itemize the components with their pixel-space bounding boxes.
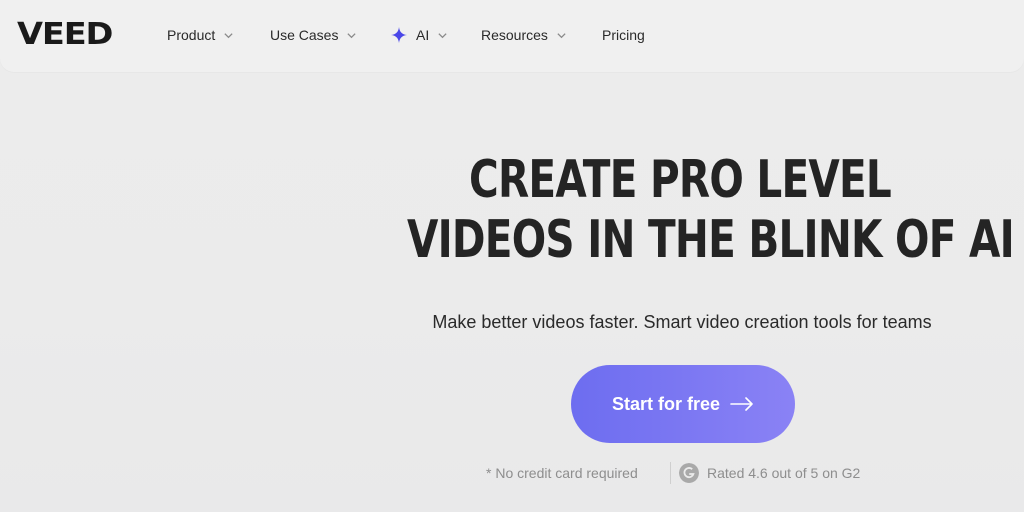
- arrow-right-icon: [730, 397, 753, 411]
- chevron-down-icon: [224, 32, 233, 38]
- nav-item-ai[interactable]: AI: [391, 24, 448, 46]
- nav-item-label: AI: [416, 27, 430, 43]
- chevron-down-icon: [557, 32, 566, 38]
- chevron-down-icon: [347, 32, 357, 38]
- g2-logo-icon: [679, 463, 699, 483]
- footnote-divider: [670, 462, 671, 484]
- nav-item-pricing[interactable]: Pricing: [602, 24, 645, 46]
- chevron-down-icon: [438, 32, 447, 38]
- nav-item-label: Pricing: [602, 27, 645, 43]
- hero-subtitle: Make better videos faster. Smart video c…: [432, 312, 932, 332]
- top-navbar: VEED Product Use Cases AI Resources Pric…: [0, 0, 1024, 72]
- no-credit-card-note: * No credit card required: [486, 465, 638, 481]
- hero-title: CREATE PRO LEVEL VIDEOS IN THE BLINK OF …: [407, 150, 1015, 270]
- g2-rating-note: Rated 4.6 out of 5 on G2: [707, 465, 861, 481]
- nav-item-label: Use Cases: [270, 27, 339, 43]
- cta-label: Start for free: [611, 393, 721, 414]
- hero-title-line-2: VIDEOS IN THE BLINK OF AI: [407, 210, 1015, 270]
- start-for-free-button[interactable]: Start for free: [571, 365, 795, 443]
- sparkle-icon: [391, 27, 407, 43]
- nav-item-product[interactable]: Product: [167, 24, 234, 46]
- nav-item-label: Product: [167, 27, 216, 43]
- veed-logo[interactable]: VEED: [17, 18, 113, 52]
- nav-item-resources[interactable]: Resources: [481, 24, 567, 46]
- page: VEED Product Use Cases AI Resources Pric…: [0, 0, 1024, 512]
- nav-item-use-cases[interactable]: Use Cases: [270, 24, 357, 46]
- nav-item-label: Resources: [481, 27, 548, 43]
- hero-title-line-1: CREATE PRO LEVEL: [468, 150, 892, 210]
